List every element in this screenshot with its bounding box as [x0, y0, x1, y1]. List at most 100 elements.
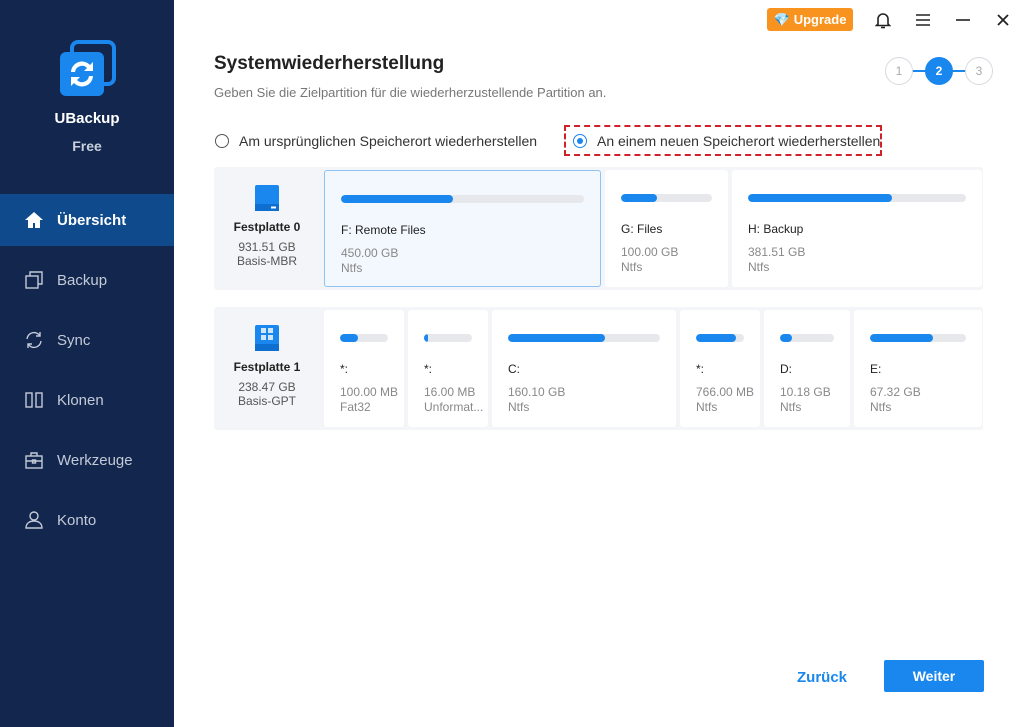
usage-fill [780, 334, 792, 342]
step-2: 2 [925, 57, 953, 85]
partition-size: 10.18 GB [780, 385, 831, 399]
home-icon [25, 212, 43, 228]
sidebar-item-tools[interactable]: Werkzeuge [0, 434, 174, 486]
partition-label: G: Files [621, 222, 663, 236]
partition-size: 766.00 MB [696, 385, 755, 399]
partition-label: *: [696, 362, 705, 376]
sidebar-item-overview[interactable]: Übersicht [0, 194, 174, 246]
usage-bar [341, 195, 584, 203]
partition-card[interactable]: F: Remote Files 450.00 GB Ntfs [324, 170, 601, 287]
toolbox-icon [25, 452, 43, 469]
partition-fs: Unformat... [424, 400, 484, 414]
disk-row: Festplatte 0 931.51 GB Basis-MBR F: Remo… [214, 167, 983, 290]
disk-size: 931.51 GB [238, 240, 296, 254]
partition-size: 100.00 MB [340, 385, 399, 399]
partition-card[interactable]: C: 160.10 GB Ntfs [492, 310, 676, 427]
sidebar-item-label: Sync [57, 331, 91, 349]
partition-fs: Ntfs [780, 400, 802, 414]
page-title: Systemwiederherstellung [214, 53, 445, 74]
radio-unchecked [215, 134, 229, 148]
disk-info: Festplatte 0 931.51 GB Basis-MBR [214, 167, 320, 290]
partition-fs: Ntfs [870, 400, 892, 414]
page-subtitle: Geben Sie die Zielpartition für die wied… [214, 85, 607, 100]
usage-bar [621, 194, 712, 202]
partition-size: 381.51 GB [748, 245, 806, 259]
sidebar-item-backup[interactable]: Backup [0, 254, 174, 306]
partition-label: C: [508, 362, 520, 376]
restore-new-location-radio[interactable]: An einem neuen Speicherort wiederherstel… [573, 133, 880, 149]
disk-row: Festplatte 1 238.47 GB Basis-GPT *: 100.0… [214, 307, 983, 430]
next-button[interactable]: Weiter [884, 660, 984, 692]
clone-icon [25, 392, 43, 408]
sidebar-item-sync[interactable]: Sync [0, 314, 174, 366]
sidebar-item-label: Werkzeuge [57, 451, 133, 469]
usage-bar [508, 334, 660, 342]
upgrade-button[interactable]: 💎 Upgrade [767, 8, 853, 31]
partition-size: 450.00 GB [341, 246, 399, 260]
usage-fill [424, 334, 428, 342]
usage-fill [340, 334, 359, 342]
partition-card[interactable]: *: 100.00 MB Fat32 [324, 310, 404, 427]
disk-type: Basis-GPT [237, 394, 296, 408]
usage-fill [508, 334, 606, 342]
partition-label: F: Remote Files [341, 223, 426, 237]
sidebar-item-label: Konto [57, 511, 97, 529]
radio-label: Am ursprünglichen Speicherort wiederhers… [239, 133, 538, 149]
partition-fs: Ntfs [748, 260, 770, 274]
minimize-icon[interactable] [953, 10, 973, 30]
disk-type: Basis-MBR [236, 254, 297, 268]
usage-bar [748, 194, 966, 202]
partition-label: D: [780, 362, 792, 376]
system-disk-icon [255, 325, 279, 351]
app-edition: Free [72, 138, 102, 154]
sidebar-item-label: Backup [57, 271, 108, 289]
restore-original-location-radio[interactable]: Am ursprünglichen Speicherort wiederhers… [215, 133, 537, 149]
bell-icon[interactable] [873, 10, 893, 30]
upgrade-label: Upgrade [793, 12, 847, 27]
partition-size: 67.32 GB [870, 385, 921, 399]
app-name: UBackup [54, 110, 120, 127]
sidebar-item-clone[interactable]: Klonen [0, 374, 174, 426]
partition-fs: Ntfs [508, 400, 530, 414]
sync-icon [26, 331, 42, 349]
partition-fs: Ntfs [621, 260, 643, 274]
usage-bar [424, 334, 472, 342]
partition-card[interactable]: *: 16.00 MB Unformat... [408, 310, 488, 427]
partition-size: 16.00 MB [424, 385, 476, 399]
partition-card[interactable]: E: 67.32 GB Ntfs [854, 310, 982, 427]
disk-info: Festplatte 1 238.47 GB Basis-GPT [214, 307, 320, 430]
disk-name: Festplatte 1 [233, 360, 301, 374]
back-button[interactable]: Zurück [797, 669, 847, 686]
partition-size: 100.00 GB [621, 245, 679, 259]
partition-size: 160.10 GB [508, 385, 566, 399]
partition-card[interactable]: H: Backup 381.51 GB Ntfs [732, 170, 982, 287]
sidebar-item-label: Klonen [57, 391, 104, 409]
disk-name: Festplatte 0 [233, 220, 301, 234]
step-3: 3 [965, 57, 993, 85]
partition-label: H: Backup [748, 222, 804, 236]
partition-label: E: [870, 362, 882, 376]
app-logo-icon [60, 40, 116, 96]
backup-icon [25, 271, 43, 289]
usage-bar [696, 334, 744, 342]
radio-checked [573, 134, 587, 148]
partition-card[interactable]: D: 10.18 GB Ntfs [764, 310, 850, 427]
usage-bar [340, 334, 388, 342]
usage-fill [696, 334, 736, 342]
close-icon[interactable] [993, 10, 1013, 30]
usage-bar [870, 334, 966, 342]
menu-icon[interactable] [913, 10, 933, 30]
hdd-icon [255, 185, 279, 211]
partition-card[interactable]: *: 766.00 MB Ntfs [680, 310, 760, 427]
usage-fill [870, 334, 934, 342]
partition-label: *: [340, 362, 349, 376]
step-1: 1 [885, 57, 913, 85]
diamond-icon: 💎 [773, 11, 790, 27]
user-icon [25, 511, 43, 529]
partition-fs: Fat32 [340, 400, 371, 414]
sidebar-item-account[interactable]: Konto [0, 494, 174, 546]
partition-fs: Ntfs [696, 400, 718, 414]
usage-fill [621, 194, 658, 202]
sidebar-item-label: Übersicht [57, 211, 127, 229]
partition-card[interactable]: G: Files 100.00 GB Ntfs [605, 170, 728, 287]
